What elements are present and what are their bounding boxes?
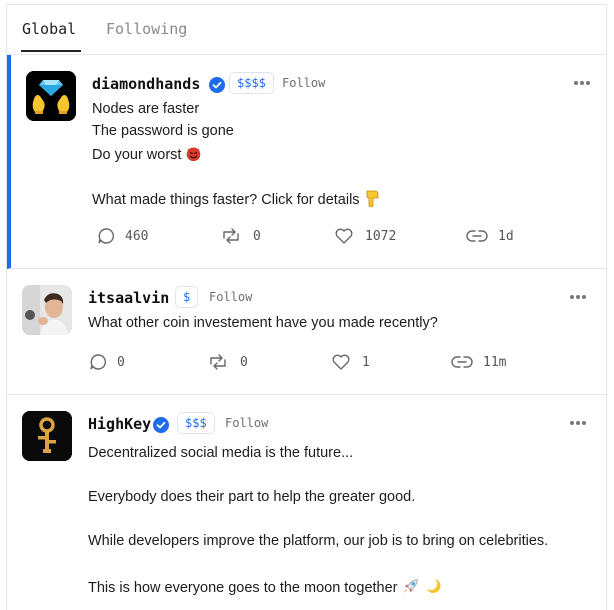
post-card[interactable]: HighKey $$$ Follow Decentralized social … <box>7 395 606 610</box>
coin-price-badge[interactable]: $$$ <box>177 412 215 434</box>
post-text-line: Decentralized social media is the future… <box>88 445 354 461</box>
tab-global[interactable]: Global <box>22 20 76 38</box>
active-tab-indicator <box>21 50 81 52</box>
post-text-line: Nodes are faster <box>92 101 200 117</box>
more-options-icon[interactable] <box>569 420 587 426</box>
coin-price-badge[interactable]: $ <box>175 286 199 308</box>
username[interactable]: diamondhands <box>92 75 200 93</box>
follow-button[interactable]: Follow <box>225 416 268 430</box>
post-card[interactable]: diamondhands $$$$ Follow Nodes are faste… <box>7 55 606 269</box>
heart-icon <box>332 354 350 370</box>
heart-icon <box>335 228 353 244</box>
post-text-line: The password is gone <box>92 123 234 139</box>
comment-icon <box>90 354 107 370</box>
post-text-line: While developers improve the platform, o… <box>88 533 549 549</box>
pointing-down-hand-emoji-icon <box>366 190 378 207</box>
post-text-line: Everybody does their part to help the gr… <box>88 489 416 505</box>
repost-icon <box>210 354 226 370</box>
post-card[interactable]: itsaalvin $ Follow What other coin inves… <box>7 269 606 395</box>
reposts-count: 0 <box>253 229 261 244</box>
comment-icon <box>98 228 115 244</box>
likes-count: 1072 <box>365 229 397 244</box>
follow-button[interactable]: Follow <box>209 290 252 304</box>
post-text-line: What made things faster? Click for detai… <box>92 189 380 208</box>
comments-count: 0 <box>117 355 125 370</box>
repost-icon <box>223 228 239 244</box>
more-options-icon[interactable] <box>573 80 591 86</box>
avatar[interactable] <box>22 285 72 335</box>
more-options-icon[interactable] <box>569 294 587 300</box>
post-text-line: Do your worst <box>92 145 202 163</box>
likes-stat[interactable]: 1 <box>331 353 381 373</box>
comments-stat[interactable]: 0 <box>89 353 139 373</box>
share-link-stat[interactable]: 1d <box>466 227 526 247</box>
verified-badge-icon <box>153 417 169 433</box>
tab-following[interactable]: Following <box>106 20 187 38</box>
verified-badge-icon <box>209 77 225 93</box>
avatar[interactable] <box>26 71 76 121</box>
avatar[interactable] <box>22 411 72 461</box>
diamond-hands-logo-icon <box>26 71 76 121</box>
reposts-stat[interactable]: 0 <box>208 353 258 373</box>
highkey-logo-icon <box>22 411 72 461</box>
rocket-emoji-icon <box>403 579 418 594</box>
likes-stat[interactable]: 1072 <box>334 227 404 247</box>
post-time: 11m <box>483 355 507 370</box>
reposts-count: 0 <box>240 355 248 370</box>
comments-stat[interactable]: 460 <box>97 227 157 247</box>
link-icon <box>466 230 488 242</box>
user-photo-icon <box>22 285 72 335</box>
post-text-line: What other coin investement have you mad… <box>88 315 438 331</box>
follow-button[interactable]: Follow <box>282 76 325 90</box>
post-time: 1d <box>498 229 514 244</box>
likes-count: 1 <box>362 355 370 370</box>
username[interactable]: itsaalvin <box>88 289 169 307</box>
link-icon <box>451 356 473 368</box>
post-text-line: This is how everyone goes to the moon to… <box>88 577 442 596</box>
smiling-devil-emoji-icon <box>187 147 201 162</box>
reposts-stat[interactable]: 0 <box>221 227 271 247</box>
coin-price-badge[interactable]: $$$$ <box>229 72 274 94</box>
username[interactable]: HighKey <box>88 415 151 433</box>
share-link-stat[interactable]: 11m <box>451 353 521 373</box>
feed-panel: Global Following diamondhands $$$$ Follo… <box>6 4 607 610</box>
crescent-moon-emoji-icon <box>426 578 441 594</box>
feed-tabs: Global Following <box>7 5 606 55</box>
comments-count: 460 <box>125 229 149 244</box>
